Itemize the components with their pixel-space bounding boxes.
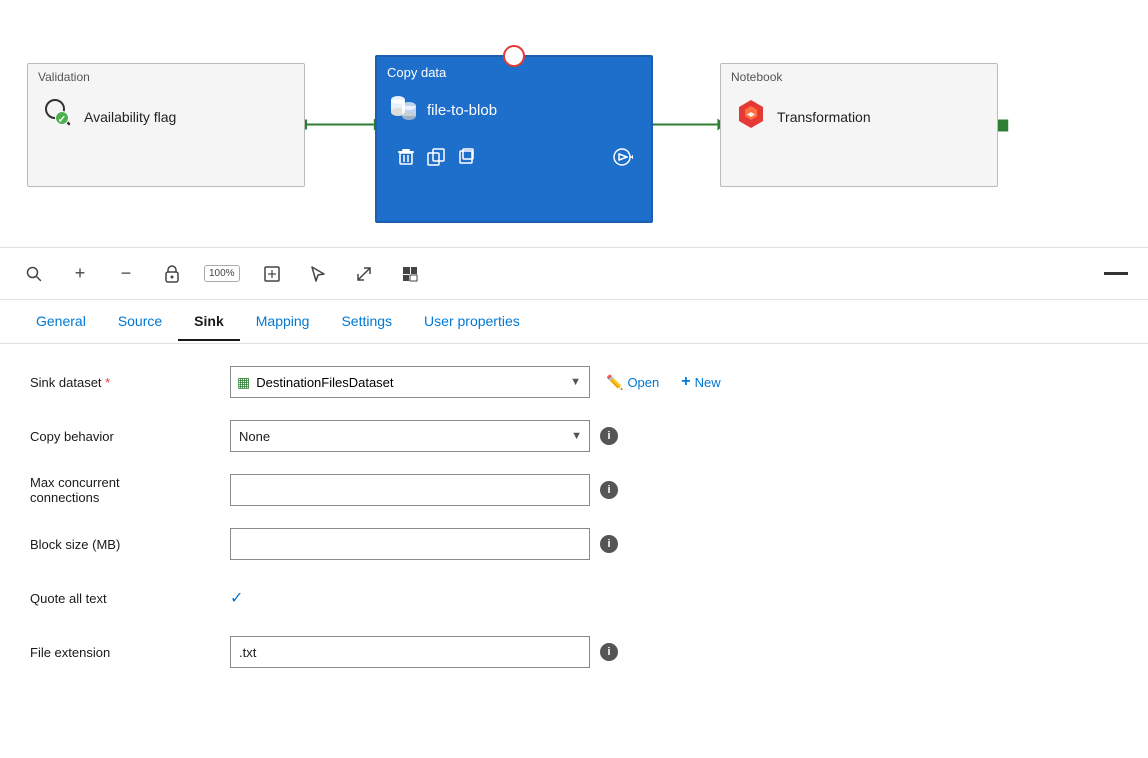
copy-data-icon <box>389 92 419 128</box>
new-label: New <box>695 375 721 390</box>
notebook-node[interactable]: Notebook Transformation <box>720 63 998 187</box>
tab-user-properties[interactable]: User properties <box>408 303 536 341</box>
copy-behavior-controls: None MergeFiles PreserveHierarchy Flatte… <box>230 420 1118 452</box>
copy-behavior-select-wrapper: None MergeFiles PreserveHierarchy Flatte… <box>230 420 590 452</box>
layers-toolbar-btn[interactable] <box>396 260 424 288</box>
validation-icon: ✓ <box>40 96 76 138</box>
file-extension-controls: i <box>230 636 1118 668</box>
dataset-dropdown-arrow: ▼ <box>562 376 589 388</box>
max-concurrent-input[interactable] <box>230 474 590 506</box>
quote-all-text-label: Quote all text <box>30 591 230 606</box>
search-toolbar-btn[interactable] <box>20 260 48 288</box>
sink-dataset-label: Sink dataset <box>30 375 230 390</box>
file-extension-row: File extension i <box>30 634 1118 670</box>
copy-behavior-info: i <box>600 427 618 445</box>
dataset-icon: ▦ <box>231 374 256 391</box>
validation-node[interactable]: Validation ✓ Availability flag <box>27 63 305 187</box>
tab-bar: General Source Sink Mapping Settings Use… <box>0 300 1148 344</box>
max-concurrent-label: Max concurrentconnections <box>30 475 230 505</box>
new-dataset-link[interactable]: + New <box>675 369 726 395</box>
add-toolbar-btn[interactable]: + <box>66 260 94 288</box>
copy-node-label: file-to-blob <box>427 102 497 119</box>
max-concurrent-controls: i <box>230 474 1118 506</box>
canvas-toolbar: + − 100% <box>0 248 1148 300</box>
block-size-info: i <box>600 535 618 553</box>
sink-dataset-select[interactable]: ▦ DestinationFilesDataset ▼ <box>230 366 590 398</box>
block-size-input[interactable] <box>230 528 590 560</box>
pipeline-canvas: Validation ✓ Availability flag Copy data <box>0 0 1148 248</box>
run-button[interactable] <box>607 142 637 172</box>
resize-toolbar-btn[interactable] <box>350 260 378 288</box>
sink-form: Sink dataset ▦ DestinationFilesDataset ▼… <box>0 344 1148 758</box>
sink-dataset-controls: ▦ DestinationFilesDataset ▼ ✏️ Open + Ne… <box>230 366 1118 398</box>
copy-node-actions <box>377 136 651 180</box>
file-extension-input[interactable] <box>230 636 590 668</box>
zoom100-toolbar-btn[interactable]: 100% <box>204 265 240 282</box>
copy-behavior-label: Copy behavior <box>30 429 230 444</box>
plus-icon: + <box>681 373 690 391</box>
open-label: Open <box>627 375 659 390</box>
block-size-label: Block size (MB) <box>30 537 230 552</box>
notebook-icon <box>733 96 769 138</box>
fit-page-toolbar-btn[interactable] <box>258 260 286 288</box>
tab-general[interactable]: General <box>20 303 102 341</box>
remove-toolbar-btn[interactable]: − <box>112 260 140 288</box>
max-concurrent-info: i <box>600 481 618 499</box>
file-extension-label: File extension <box>30 645 230 660</box>
copy-data-node[interactable]: Copy data file-to-blob <box>375 55 653 223</box>
copy-behavior-select[interactable]: None MergeFiles PreserveHierarchy Flatte… <box>230 420 590 452</box>
error-indicator <box>503 45 525 67</box>
validation-node-title: Validation <box>28 64 304 88</box>
quote-all-text-check[interactable]: ✓ <box>230 588 243 608</box>
svg-text:✓: ✓ <box>58 115 66 126</box>
block-size-controls: i <box>230 528 1118 560</box>
validation-node-label: Availability flag <box>84 109 176 125</box>
lock-toolbar-btn[interactable] <box>158 260 186 288</box>
notebook-node-title: Notebook <box>721 64 997 88</box>
block-size-row: Block size (MB) i <box>30 526 1118 562</box>
copy-behavior-row: Copy behavior None MergeFiles PreserveHi… <box>30 418 1118 454</box>
file-extension-info: i <box>600 643 618 661</box>
copy-button[interactable] <box>451 142 481 172</box>
clone-button[interactable] <box>421 142 451 172</box>
tab-source[interactable]: Source <box>102 303 178 341</box>
quote-all-text-controls: ✓ <box>230 588 1118 608</box>
edit-icon: ✏️ <box>606 374 623 391</box>
tab-mapping[interactable]: Mapping <box>240 303 326 341</box>
sink-dataset-value: DestinationFilesDataset <box>256 375 562 390</box>
max-concurrent-row: Max concurrentconnections i <box>30 472 1118 508</box>
sink-dataset-row: Sink dataset ▦ DestinationFilesDataset ▼… <box>30 364 1118 400</box>
delete-button[interactable] <box>391 142 421 172</box>
quote-all-text-row: Quote all text ✓ <box>30 580 1118 616</box>
tab-settings[interactable]: Settings <box>325 303 408 341</box>
select-toolbar-btn[interactable] <box>304 260 332 288</box>
notebook-node-label: Transformation <box>777 109 871 125</box>
tab-sink[interactable]: Sink <box>178 303 240 341</box>
open-dataset-link[interactable]: ✏️ Open <box>600 370 665 395</box>
divider-line <box>1104 272 1128 275</box>
